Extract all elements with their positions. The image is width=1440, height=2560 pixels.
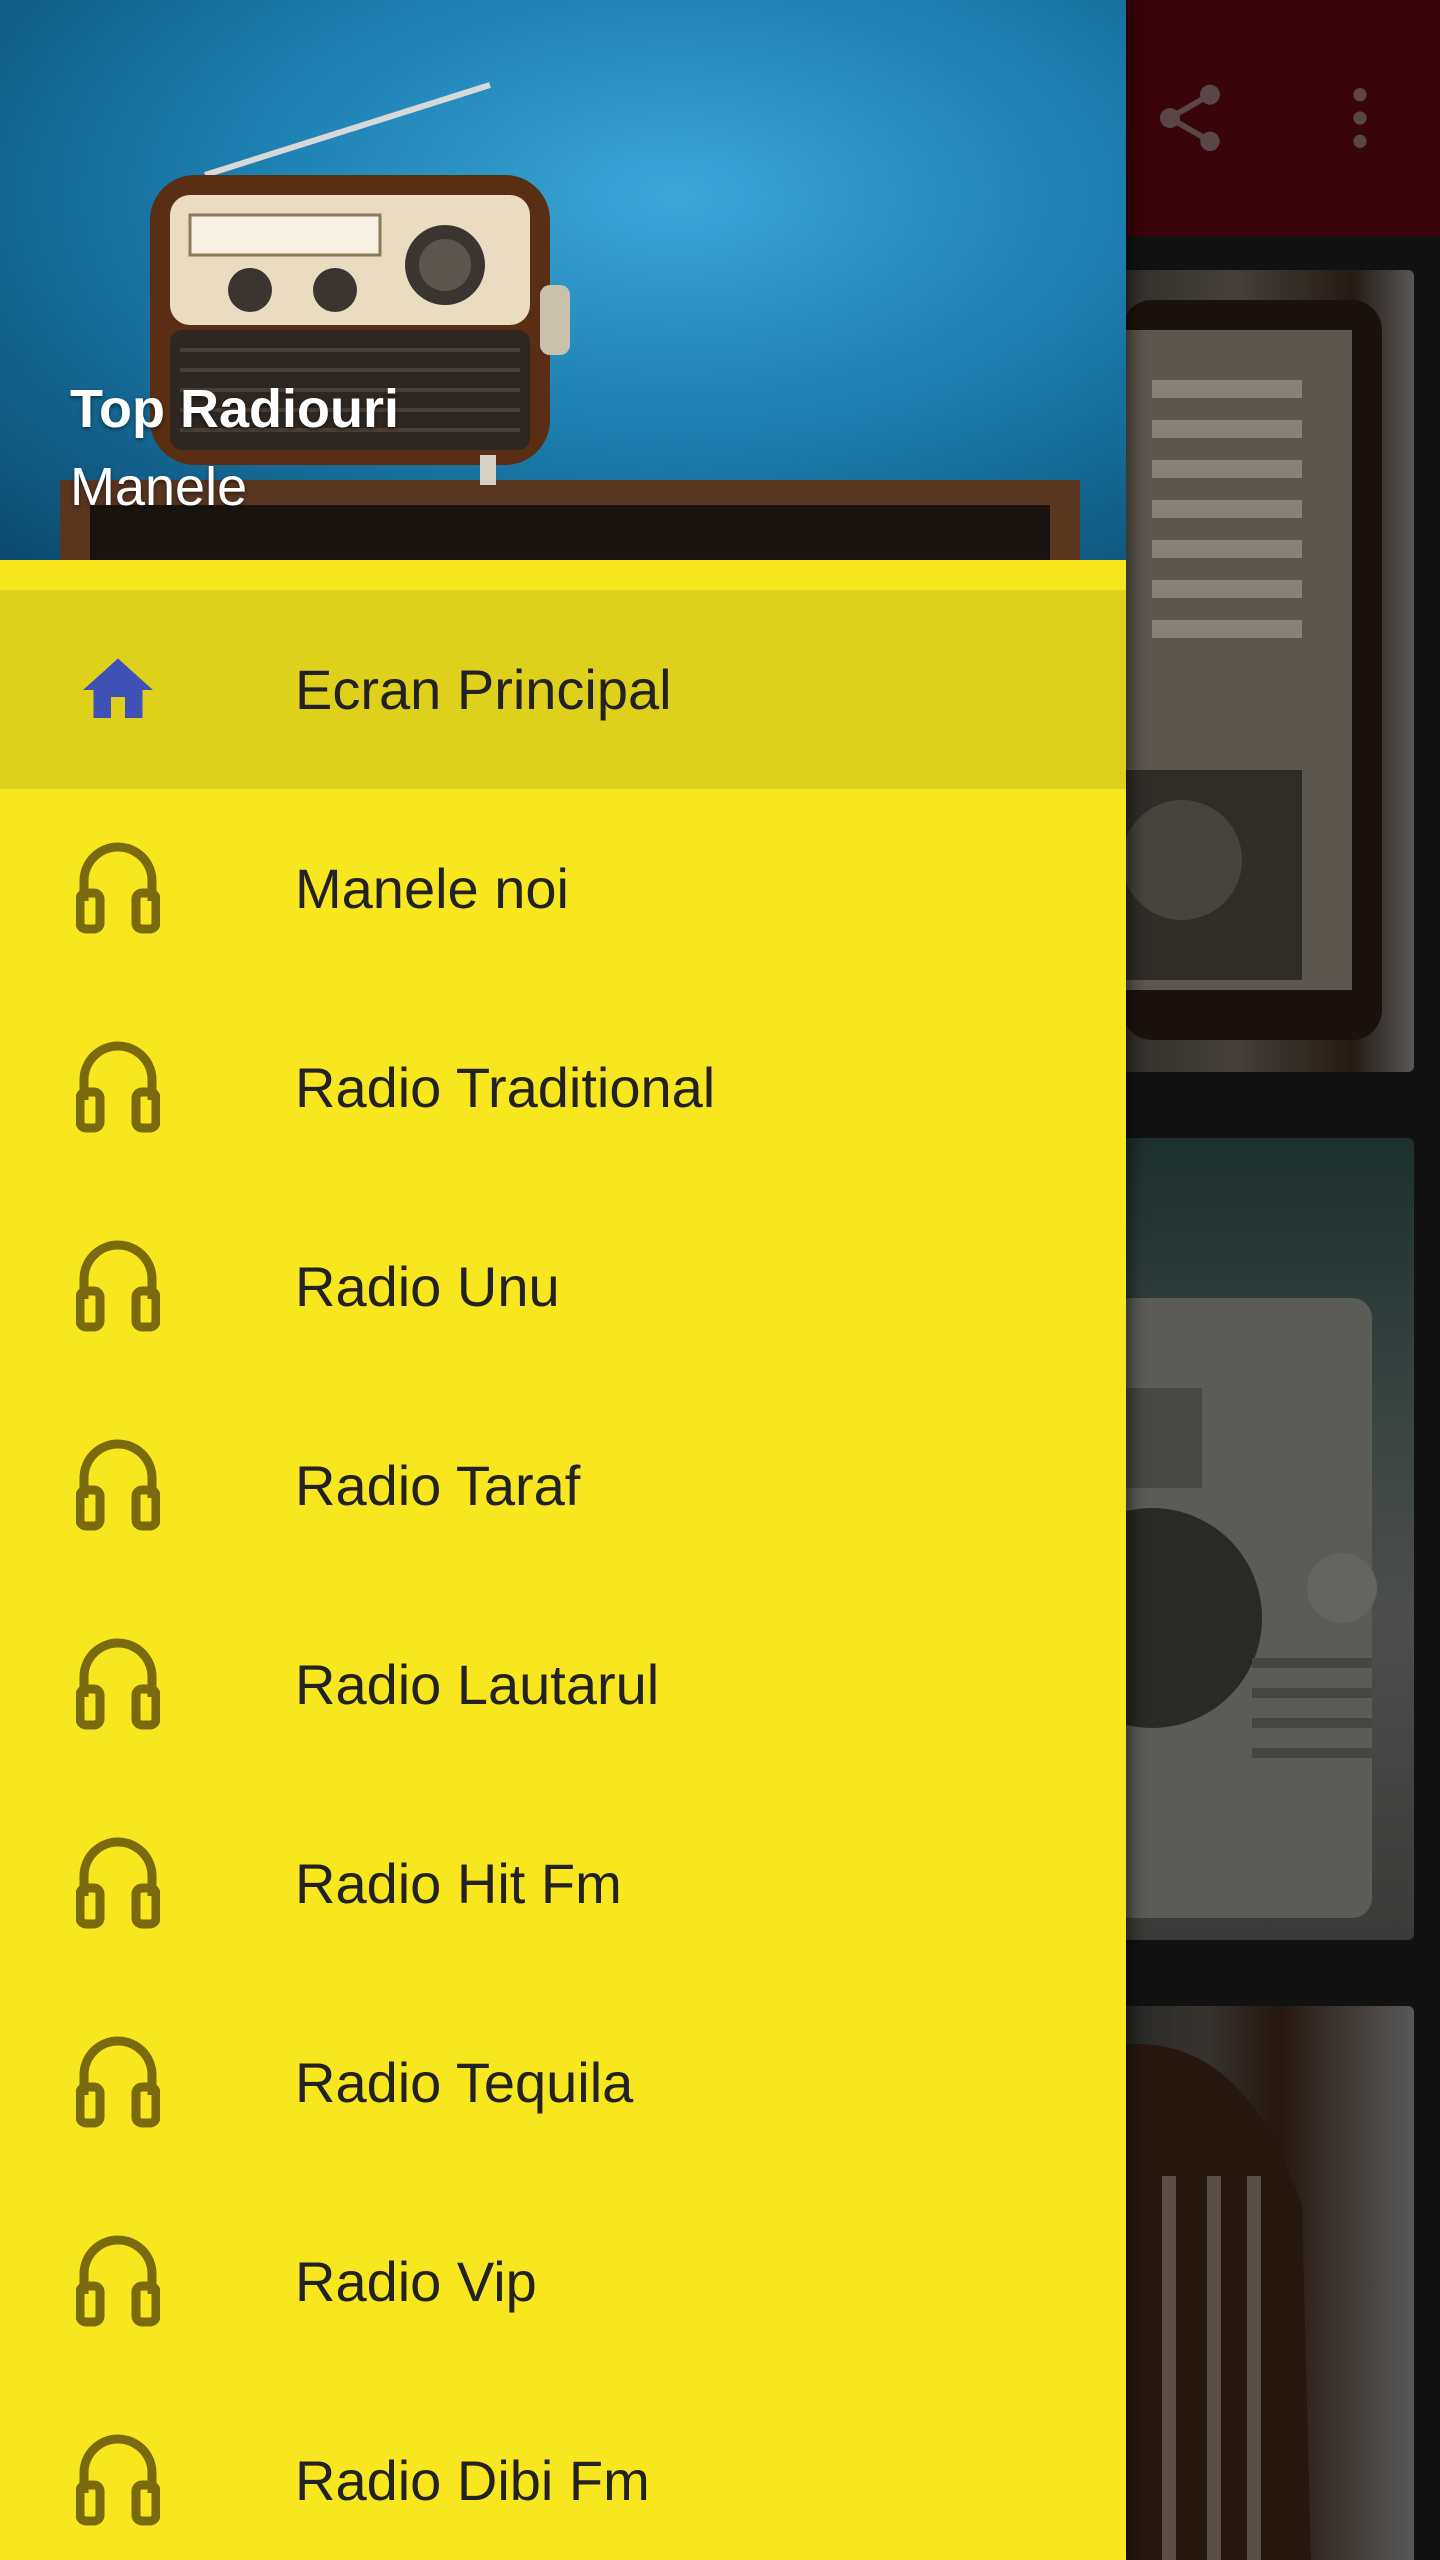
headphones-icon	[70, 1239, 166, 1335]
menu-item-label: Radio Traditional	[295, 1056, 716, 1119]
menu-item-radio-traditional[interactable]: Radio Traditional	[0, 988, 1126, 1187]
menu-item-label: Manele noi	[295, 857, 569, 920]
screen: Top Radiouri Manele Ecran Principal Mane…	[0, 0, 1440, 2560]
headphones-icon	[70, 2035, 166, 2131]
headphones-icon	[70, 841, 166, 937]
menu-item-radio-hit-fm[interactable]: Radio Hit Fm	[0, 1784, 1126, 1983]
menu-item-radio-lautarul[interactable]: Radio Lautarul	[0, 1585, 1126, 1784]
drawer-menu: Ecran Principal Manele noi Radio Traditi…	[0, 590, 1126, 2560]
headphones-icon	[70, 1637, 166, 1733]
home-icon	[70, 642, 166, 738]
menu-item-label: Radio Unu	[295, 1255, 560, 1318]
menu-item-radio-taraf[interactable]: Radio Taraf	[0, 1386, 1126, 1585]
menu-item-label: Radio Hit Fm	[295, 1852, 622, 1915]
navigation-drawer: Top Radiouri Manele Ecran Principal Mane…	[0, 0, 1126, 2560]
menu-item-radio-vip[interactable]: Radio Vip	[0, 2182, 1126, 2381]
menu-item-radio-unu[interactable]: Radio Unu	[0, 1187, 1126, 1386]
menu-item-radio-dibi-fm[interactable]: Radio Dibi Fm	[0, 2381, 1126, 2560]
menu-item-label: Radio Vip	[295, 2250, 537, 2313]
menu-item-label: Radio Lautarul	[295, 1653, 660, 1716]
drawer-subtitle: Manele	[70, 457, 248, 517]
drawer-header: Top Radiouri Manele	[0, 0, 1126, 560]
menu-item-label: Ecran Principal	[295, 658, 672, 721]
menu-item-radio-tequila[interactable]: Radio Tequila	[0, 1983, 1126, 2182]
menu-item-label: Radio Tequila	[295, 2051, 634, 2114]
headphones-icon	[70, 2234, 166, 2330]
menu-item-label: Radio Taraf	[295, 1454, 581, 1517]
headphones-icon	[70, 1040, 166, 1136]
menu-item-label: Radio Dibi Fm	[295, 2449, 650, 2512]
headphones-icon	[70, 1438, 166, 1534]
headphones-icon	[70, 1836, 166, 1932]
headphones-icon	[70, 2433, 166, 2529]
menu-item-ecran-principal[interactable]: Ecran Principal	[0, 590, 1126, 789]
drawer-title: Top Radiouri	[70, 379, 399, 439]
menu-item-manele-noi[interactable]: Manele noi	[0, 789, 1126, 988]
